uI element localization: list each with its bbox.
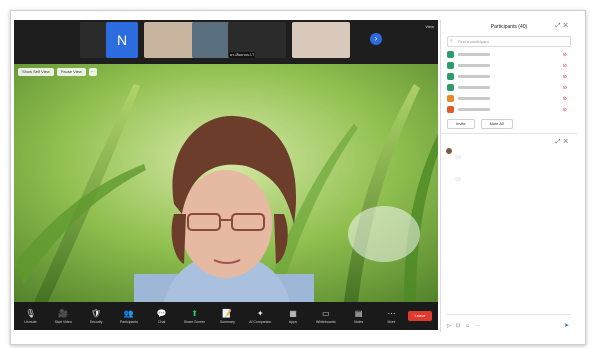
popout-close-icons[interactable]: ⤢✕	[556, 23, 571, 30]
video-icon: 🎥	[58, 308, 69, 318]
toolbar-summary-button[interactable]: 📝 Summary	[211, 302, 244, 330]
chat-message	[441, 144, 577, 166]
toolbar-notes-button[interactable]: ▤ Notes	[342, 302, 375, 330]
avatar	[447, 62, 454, 69]
toolbar-label: Whiteboards	[316, 319, 336, 324]
summary-icon: 📝	[222, 308, 233, 318]
toolbar-label: Participants	[119, 319, 139, 324]
toolbar-label: AI Companion	[249, 319, 272, 324]
more-icon[interactable]: ⋯	[88, 68, 97, 76]
participant-thumbnail[interactable]: ดร.เติมธวจน LT	[228, 22, 286, 58]
muted-mic-icon[interactable]: ⊘	[563, 96, 567, 102]
participant-row[interactable]: ⊘	[441, 71, 577, 82]
toolbar-whiteboard-button[interactable]: ▭ Whiteboards	[309, 302, 342, 330]
avatar	[447, 106, 454, 113]
toolbar-label: More	[387, 319, 396, 324]
participant-name	[458, 108, 490, 111]
toolbar-label: Security	[89, 319, 103, 324]
avatar	[447, 84, 454, 91]
avatar	[447, 73, 454, 80]
toolbar-label: Start Video	[54, 319, 72, 324]
next-page-icon[interactable]: ›	[370, 33, 382, 45]
toolbar-share-button[interactable]: ⬆ Share Screen	[178, 302, 211, 330]
whiteboard-icon: ▭	[322, 308, 330, 318]
apps-icon: ▦	[289, 308, 297, 318]
participant-name	[458, 86, 490, 89]
avatar	[446, 148, 452, 154]
participant-row[interactable]: ⊘	[441, 60, 577, 71]
toolbar-label: Unmute	[24, 319, 37, 324]
participant-thumbnail[interactable]: N	[106, 22, 138, 58]
companion-icon: ✦	[256, 308, 264, 318]
participants-footer: Invite Mute All	[441, 115, 577, 134]
toolbar-label: Summary	[219, 319, 235, 324]
security-icon: 🛡	[90, 308, 102, 318]
participant-name	[458, 64, 490, 67]
send-icon[interactable]: ➤	[564, 322, 569, 329]
toolbar-apps-button[interactable]: ▦ Apps	[277, 302, 310, 330]
toolbar-participants-button[interactable]: 👥 Participants	[112, 302, 145, 330]
invite-button[interactable]: Invite	[447, 119, 475, 129]
participant-row[interactable]: ⊘	[441, 49, 577, 60]
participant-name	[458, 75, 490, 78]
participants-header: Participants (40) ⤢✕	[441, 20, 577, 34]
toolbar-chat-button[interactable]: 💬 Chat	[145, 302, 178, 330]
avatar	[447, 51, 454, 58]
muted-mic-icon[interactable]: ⊘	[563, 52, 567, 58]
more-icon: ⋯	[387, 308, 396, 318]
toolbar-label: Share Screen	[183, 319, 206, 324]
participant-name	[458, 53, 490, 56]
participant-row[interactable]: ⊘	[441, 82, 577, 93]
notes-icon: ▤	[354, 308, 363, 318]
participant-row[interactable]: ⊘	[441, 93, 577, 104]
toolbar-security-button[interactable]: 🛡 Security	[80, 302, 113, 330]
toolbar-video-button[interactable]: 🎥 Start Video	[47, 302, 80, 330]
mic-icon: 🎙	[25, 308, 36, 318]
gallery-strip: N ดร.เติมธวจน LT › View	[14, 20, 438, 64]
thumbnail-caption: ดร.เติมธวจน LT	[229, 52, 256, 58]
participant-row[interactable]: ⊘	[441, 104, 577, 115]
muted-mic-icon[interactable]: ⊘	[563, 85, 567, 91]
chat-icon: 💬	[156, 308, 167, 318]
chat-message-text	[455, 155, 461, 159]
chat-input[interactable]	[447, 314, 571, 318]
thumbnail-initial: N	[116, 32, 128, 48]
toolbar-label: Apps	[289, 319, 298, 324]
toolbar-mic-button[interactable]: 🎙 Unmute	[14, 302, 47, 330]
participants-title: Participants (40)	[490, 24, 528, 30]
video-frame	[14, 64, 438, 302]
avatar	[447, 95, 454, 102]
chat-tools[interactable]: ▷⊡☺⋯	[447, 323, 485, 329]
view-button[interactable]: View	[425, 24, 434, 29]
chat-message-text	[455, 177, 461, 181]
participant-search-input[interactable]: Find a participant	[447, 36, 571, 47]
side-panel: Participants (40) ⤢✕ Find a participant …	[440, 20, 577, 332]
muted-mic-icon[interactable]: ⊘	[563, 63, 567, 69]
muted-mic-icon[interactable]: ⊘	[563, 74, 567, 80]
chat-message	[441, 166, 577, 188]
meeting-toolbar: 🎙 Unmute 🎥 Start Video 🛡 Security 👥 Participant…	[14, 302, 438, 330]
mute-all-button[interactable]: Mute All	[480, 119, 513, 129]
participant-thumbnail[interactable]	[292, 22, 350, 58]
toolbar-companion-button[interactable]: ✦ AI Companion	[244, 302, 277, 330]
toolbar-label: Chat	[158, 319, 166, 324]
leave-button[interactable]: Leave	[408, 311, 432, 321]
speaker-video: Show Self View Pause View ⋯	[14, 64, 438, 302]
toolbar-more-button[interactable]: ⋯ More	[375, 302, 408, 330]
participants-icon: 👥	[123, 308, 134, 318]
video-top-button[interactable]: Show Self View	[18, 68, 54, 76]
share-icon: ⬆	[191, 308, 198, 318]
chat-header: ⤢✕	[441, 134, 577, 145]
participant-name	[458, 97, 490, 100]
toolbar-label: Notes	[354, 319, 364, 324]
video-top-button[interactable]: Pause View	[56, 68, 86, 76]
muted-mic-icon[interactable]: ⊘	[563, 107, 567, 113]
